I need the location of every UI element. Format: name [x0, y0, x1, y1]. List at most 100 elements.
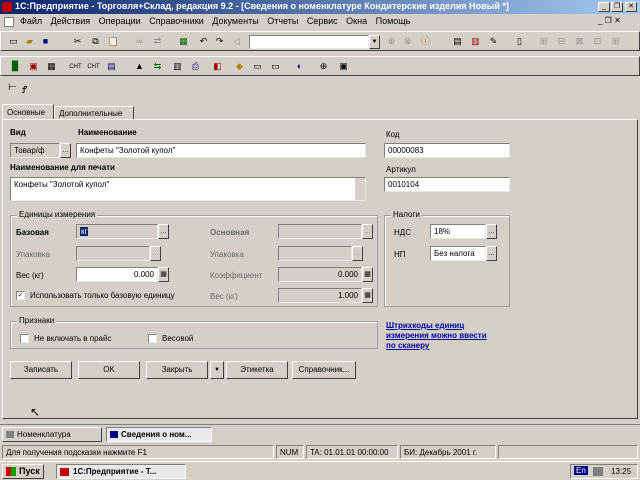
menu-actions[interactable]: Действия [51, 16, 90, 26]
menu-documents[interactable]: Документы [212, 16, 258, 26]
grid-icon[interactable]: ⊞ [537, 35, 550, 47]
chart-icon[interactable]: ▥ [469, 35, 482, 47]
packing2-button[interactable]: … [352, 246, 363, 261]
only-base-checkbox[interactable]: ✓ Использовать только базовую единицу [16, 291, 175, 301]
weight-calc-button[interactable]: ▦ [158, 267, 169, 282]
search-dropdown[interactable]: ▼ [369, 35, 380, 49]
menu-service[interactable]: Сервис [307, 16, 338, 26]
cash-icon[interactable]: CHT [69, 60, 82, 72]
barcode-link[interactable]: Штрихкоды единиц измерения можно ввести … [386, 321, 496, 351]
inventory-icon[interactable]: ◧ [211, 60, 224, 72]
record-button[interactable]: Записать [10, 361, 72, 379]
ok-button[interactable]: OK [78, 361, 140, 379]
grid3-icon[interactable]: ⊠ [573, 35, 586, 47]
vid-select-button[interactable]: … [60, 143, 71, 158]
menu-operations[interactable]: Операции [99, 16, 141, 26]
packing2-field[interactable] [278, 246, 352, 261]
more-actions-button[interactable]: ▼ [210, 361, 224, 379]
document-icon[interactable]: ▭ [251, 60, 264, 72]
article-field[interactable]: 0010104 [384, 177, 510, 192]
monitor-icon[interactable]: ▣ [337, 60, 350, 72]
window-tab-details[interactable]: Сведения о ном... [106, 427, 212, 442]
mdi-controls[interactable]: _ ❐ ✕ [598, 16, 621, 25]
order-icon[interactable]: ▤ [105, 60, 118, 72]
weight2-field[interactable]: 1.000 [278, 288, 362, 303]
grid2-icon[interactable]: ⊟ [555, 35, 568, 47]
menu-reports[interactable]: Отчеты [267, 16, 298, 26]
tree-icon[interactable]: ⊢ [8, 82, 17, 93]
taskbar-app-button[interactable]: 1С:Предприятие - Т... [56, 464, 186, 479]
weight-field[interactable]: 0.000 [76, 267, 158, 282]
base-unit-field[interactable]: кг [76, 224, 158, 239]
transfer-icon[interactable]: ⇆ [151, 60, 164, 72]
name-field[interactable]: Конфеты "Золотой купол" [76, 143, 366, 158]
search-next-icon[interactable]: ⊗ [401, 35, 414, 47]
book-icon[interactable]: ▯ [513, 35, 526, 47]
copy-icon[interactable]: ⧉ [89, 35, 102, 47]
window-tab-catalog[interactable]: Номенклатура [2, 427, 102, 442]
tab-additional[interactable]: Дополнительные [54, 106, 134, 120]
grid4-icon[interactable]: ⊡ [591, 35, 604, 47]
save-icon[interactable]: ■ [39, 35, 52, 47]
table-icon[interactable]: ▤ [451, 35, 464, 47]
sales-tax-select-button[interactable]: … [486, 246, 497, 261]
main-unit-field[interactable] [278, 224, 362, 239]
calculator-icon[interactable]: ▦ [177, 35, 190, 47]
fullname-scrollbar[interactable] [355, 178, 365, 200]
print-icon[interactable]: ⎙ [189, 60, 202, 72]
help-icon[interactable]: ⓘ [419, 35, 432, 47]
tray-icon[interactable] [593, 467, 603, 476]
packing-button[interactable]: … [150, 246, 161, 261]
fullname-field[interactable]: Конфеты "Золотой купол" [10, 177, 366, 201]
coef-field[interactable]: 0.000 [278, 267, 362, 282]
packing-field[interactable] [76, 246, 150, 261]
only-base-check-icon[interactable]: ✓ [16, 291, 25, 301]
redo-icon[interactable]: ↷ [213, 35, 226, 47]
search-input[interactable] [249, 35, 369, 49]
labels-button[interactable]: Этикетка [226, 361, 288, 379]
coef-calc-button[interactable]: ▦ [362, 267, 373, 282]
warehouses-icon[interactable]: ▦ [45, 60, 58, 72]
exchange-icon[interactable]: ⊕ [317, 60, 330, 72]
contractors-icon[interactable]: ▣ [27, 60, 40, 72]
menu-file[interactable]: Файл [20, 16, 42, 26]
replace-icon[interactable]: ⇄ [151, 35, 164, 47]
vat-field[interactable]: 18% [430, 224, 486, 239]
cut-icon[interactable]: ✂ [71, 35, 84, 47]
main-unit-button[interactable]: … [362, 224, 373, 239]
start-button[interactable]: Пуск [2, 464, 44, 479]
warning-icon[interactable]: ▲ [133, 60, 146, 72]
exclude-price-check-icon[interactable] [20, 334, 29, 344]
minimize-button[interactable]: _ [598, 2, 610, 12]
find-icon[interactable]: ∞ [133, 35, 146, 47]
menu-references[interactable]: Справочники [149, 16, 204, 26]
box-icon[interactable]: ◆ [233, 60, 246, 72]
new-icon[interactable]: ▭ [7, 35, 20, 47]
base-unit-button[interactable]: … [158, 224, 169, 239]
settings-icon[interactable]: Ꝭ [22, 82, 27, 96]
restore-button[interactable]: ❐ [611, 2, 623, 12]
close-button[interactable]: ✕ [625, 2, 637, 12]
open-icon[interactable]: ▰ [23, 35, 36, 47]
globe-icon[interactable]: ◐ [293, 60, 306, 72]
weight-flag-check-icon[interactable] [148, 334, 157, 344]
exclude-price-checkbox[interactable]: Не включать в прайс [20, 334, 111, 344]
language-indicator[interactable]: En [574, 466, 588, 475]
sales-tax-field[interactable]: Без налога [430, 246, 486, 261]
undo-icon[interactable]: ↶ [197, 35, 210, 47]
search-icon[interactable]: ⊕ [385, 35, 398, 47]
edit-icon[interactable]: ✎ [487, 35, 500, 47]
menu-help[interactable]: Помощь [376, 16, 411, 26]
paste-icon[interactable]: 📋 [107, 35, 120, 47]
vid-field[interactable]: Товар/ф [10, 143, 60, 158]
weight2-calc-button[interactable]: ▦ [362, 288, 373, 303]
catalog-icon[interactable]: ▉ [9, 60, 22, 72]
invoice-icon[interactable]: CHT [87, 60, 100, 72]
weight-flag-checkbox[interactable]: Весовой [148, 334, 193, 344]
reference-button[interactable]: Справочник... [292, 361, 356, 379]
documents-icon[interactable]: ▭ [269, 60, 282, 72]
menu-windows[interactable]: Окна [346, 16, 367, 26]
grid5-icon[interactable]: ⊞ [609, 35, 622, 47]
vat-select-button[interactable]: … [486, 224, 497, 239]
tab-main[interactable]: Основные [2, 104, 54, 120]
